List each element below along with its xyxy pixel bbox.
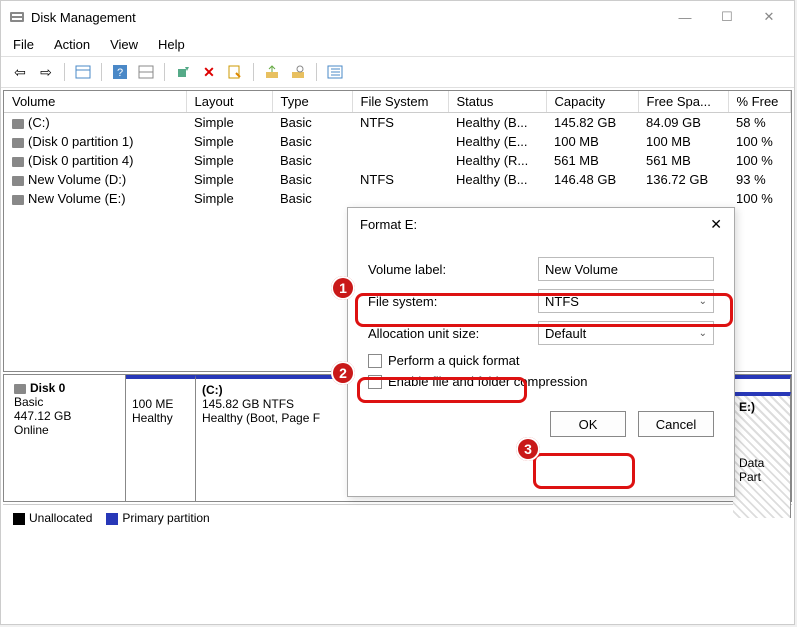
disk-size: 447.12 GB — [14, 409, 71, 423]
window-title: Disk Management — [31, 10, 676, 25]
titlebar: Disk Management — ☐ ✕ — [1, 1, 794, 33]
forward-icon[interactable]: ⇨ — [35, 61, 57, 83]
file-system-lbl: File system: — [368, 294, 538, 309]
volume-icon — [12, 176, 24, 186]
disk-type: Basic — [14, 395, 43, 409]
refresh-icon[interactable] — [172, 61, 194, 83]
table-row[interactable]: (C:)SimpleBasicNTFSHealthy (B...145.82 G… — [4, 113, 791, 133]
quick-format-checkbox[interactable] — [368, 354, 382, 368]
col-volume[interactable]: Volume — [4, 91, 186, 113]
disk-info[interactable]: Disk 0 Basic 447.12 GB Online — [4, 375, 126, 501]
file-system-select[interactable]: NTFS⌄ — [538, 289, 714, 313]
disk-management-window: Disk Management — ☐ ✕ File Action View H… — [0, 0, 795, 625]
menu-file[interactable]: File — [13, 37, 34, 52]
list-icon[interactable] — [324, 61, 346, 83]
properties-icon[interactable] — [224, 61, 246, 83]
legend-unallocated-swatch — [13, 513, 25, 525]
disk-name: Disk 0 — [30, 381, 65, 395]
partition-e[interactable]: E:) Data Part — [733, 392, 791, 518]
help-icon[interactable]: ? — [109, 61, 131, 83]
legend: Unallocated Primary partition — [3, 504, 792, 531]
menu-action[interactable]: Action — [54, 37, 90, 52]
menubar: File Action View Help — [1, 33, 794, 56]
quick-format-label: Perform a quick format — [388, 353, 520, 368]
format-dialog: Format E: ✕ Volume label: New Volume Fil… — [347, 207, 735, 497]
dialog-title: Format E: — [360, 217, 710, 232]
legend-unallocated: Unallocated — [29, 511, 92, 525]
legend-primary-swatch — [106, 513, 118, 525]
annotation-1: 1 — [331, 276, 355, 300]
allocation-unit-lbl: Allocation unit size: — [368, 326, 538, 341]
volume-icon — [12, 138, 24, 148]
partition-0[interactable]: 100 ME Healthy — [126, 375, 196, 501]
allocation-unit-select[interactable]: Default⌄ — [538, 321, 714, 345]
table-header-row: Volume Layout Type File System Status Ca… — [4, 91, 791, 113]
col-filesystem[interactable]: File System — [352, 91, 448, 113]
menu-help[interactable]: Help — [158, 37, 185, 52]
col-layout[interactable]: Layout — [186, 91, 272, 113]
toolbar: ⇦ ⇨ ? ✕ — [1, 56, 794, 88]
col-pctfree[interactable]: % Free — [728, 91, 791, 113]
cancel-button[interactable]: Cancel — [638, 411, 714, 437]
volume-label-lbl: Volume label: — [368, 262, 538, 277]
minimize-button[interactable]: — — [676, 8, 694, 26]
back-icon[interactable]: ⇦ — [9, 61, 31, 83]
menu-view[interactable]: View — [110, 37, 138, 52]
view-icon[interactable] — [72, 61, 94, 83]
legend-primary: Primary partition — [122, 511, 209, 525]
table-row[interactable]: (Disk 0 partition 1)SimpleBasicHealthy (… — [4, 132, 791, 151]
ok-button[interactable]: OK — [550, 411, 626, 437]
import-icon[interactable] — [261, 61, 283, 83]
layout-icon[interactable] — [135, 61, 157, 83]
chevron-down-icon: ⌄ — [699, 296, 707, 307]
table-row[interactable]: (Disk 0 partition 4)SimpleBasicHealthy (… — [4, 151, 791, 170]
compression-label: Enable file and folder compression — [388, 374, 587, 389]
delete-icon[interactable]: ✕ — [198, 61, 220, 83]
maximize-button[interactable]: ☐ — [718, 8, 736, 26]
search-icon[interactable] — [287, 61, 309, 83]
volume-icon — [12, 157, 24, 167]
dialog-close-icon[interactable]: ✕ — [710, 216, 722, 233]
table-row[interactable]: New Volume (E:)SimpleBasic100 % — [4, 189, 791, 208]
close-button[interactable]: ✕ — [760, 8, 778, 26]
compression-checkbox[interactable] — [368, 375, 382, 389]
col-type[interactable]: Type — [272, 91, 352, 113]
volume-icon — [12, 119, 24, 129]
col-capacity[interactable]: Capacity — [546, 91, 638, 113]
disk-status: Online — [14, 423, 49, 437]
disk-icon — [14, 384, 26, 394]
chevron-down-icon: ⌄ — [699, 328, 707, 339]
col-status[interactable]: Status — [448, 91, 546, 113]
svg-text:?: ? — [117, 67, 123, 79]
volume-icon — [12, 195, 24, 205]
app-icon — [9, 9, 25, 25]
annotation-2: 2 — [331, 361, 355, 385]
volume-label-input[interactable]: New Volume — [538, 257, 714, 281]
annotation-3: 3 — [516, 437, 540, 461]
table-row[interactable]: New Volume (D:)SimpleBasicNTFSHealthy (B… — [4, 170, 791, 189]
col-free[interactable]: Free Spa... — [638, 91, 728, 113]
